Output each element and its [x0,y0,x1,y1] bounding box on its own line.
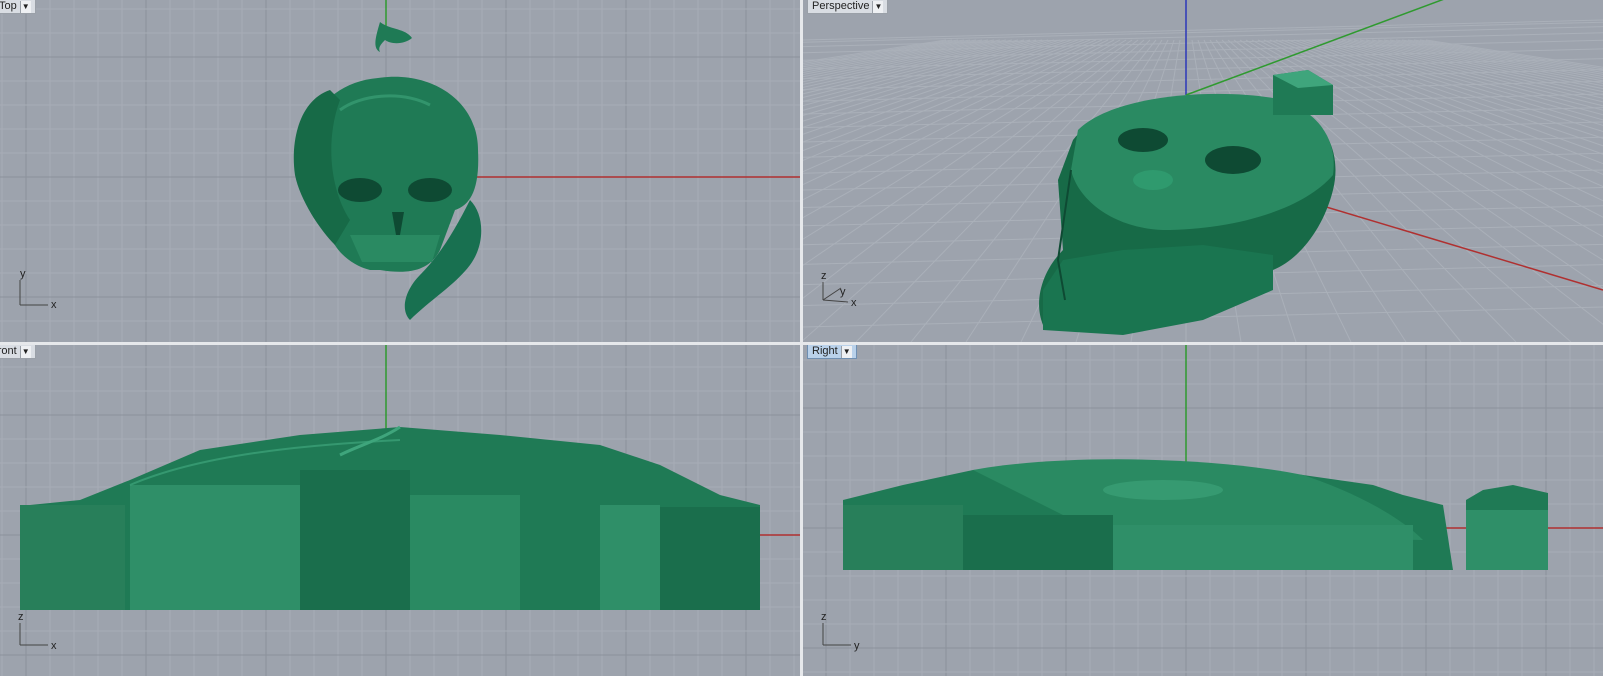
front-grid: z x [0,345,800,676]
right-grid: z y [803,345,1603,676]
axis-y-label: y [20,268,26,280]
viewport-perspective[interactable]: z y x Perspective ▼ [803,0,1603,342]
model-skull-top[interactable] [293,22,482,320]
chevron-down-icon[interactable]: ▼ [840,345,852,358]
axis-z-label: z [821,270,827,282]
viewport-label-top[interactable]: Top ▼ [0,0,36,14]
right-axis-gizmo: z y [821,611,860,652]
axis-z-label: z [821,611,827,623]
axis-x-label: x [851,297,857,309]
axis-x-label: x [51,299,57,311]
viewport-label-perspective[interactable]: Perspective ▼ [807,0,889,14]
viewport-divider-vertical[interactable] [800,0,803,676]
axis-z-label: z [18,611,24,623]
axis-y-label: y [840,286,846,298]
viewport-front[interactable]: z x Front ▼ [0,345,800,676]
model-skull-right[interactable] [843,459,1548,570]
perspective-axis-gizmo: z y x [821,270,857,309]
viewport-top[interactable]: y x Top ▼ [0,0,800,342]
chevron-down-icon[interactable]: ▼ [19,345,31,358]
chevron-down-icon[interactable]: ▼ [19,0,31,13]
chevron-down-icon[interactable]: ▼ [872,0,884,13]
viewport-label-right[interactable]: Right ▼ [807,345,857,359]
model-skull-front[interactable] [20,425,760,610]
viewport-title: Top [0,0,17,12]
viewport-title: Right [812,345,838,357]
viewport-label-front[interactable]: Front ▼ [0,345,36,359]
axis-x-label: x [51,640,57,652]
perspective-grid: z y x [803,0,1603,342]
model-skull-perspective[interactable] [1039,70,1336,335]
top-grid: y x [0,0,800,342]
axis-y-label: y [854,640,860,652]
viewport-right[interactable]: z y Right ▼ [803,345,1603,676]
viewport-title: Perspective [812,0,870,12]
viewport-title: Front [0,345,17,357]
viewport-divider-horizontal[interactable] [0,342,1603,345]
